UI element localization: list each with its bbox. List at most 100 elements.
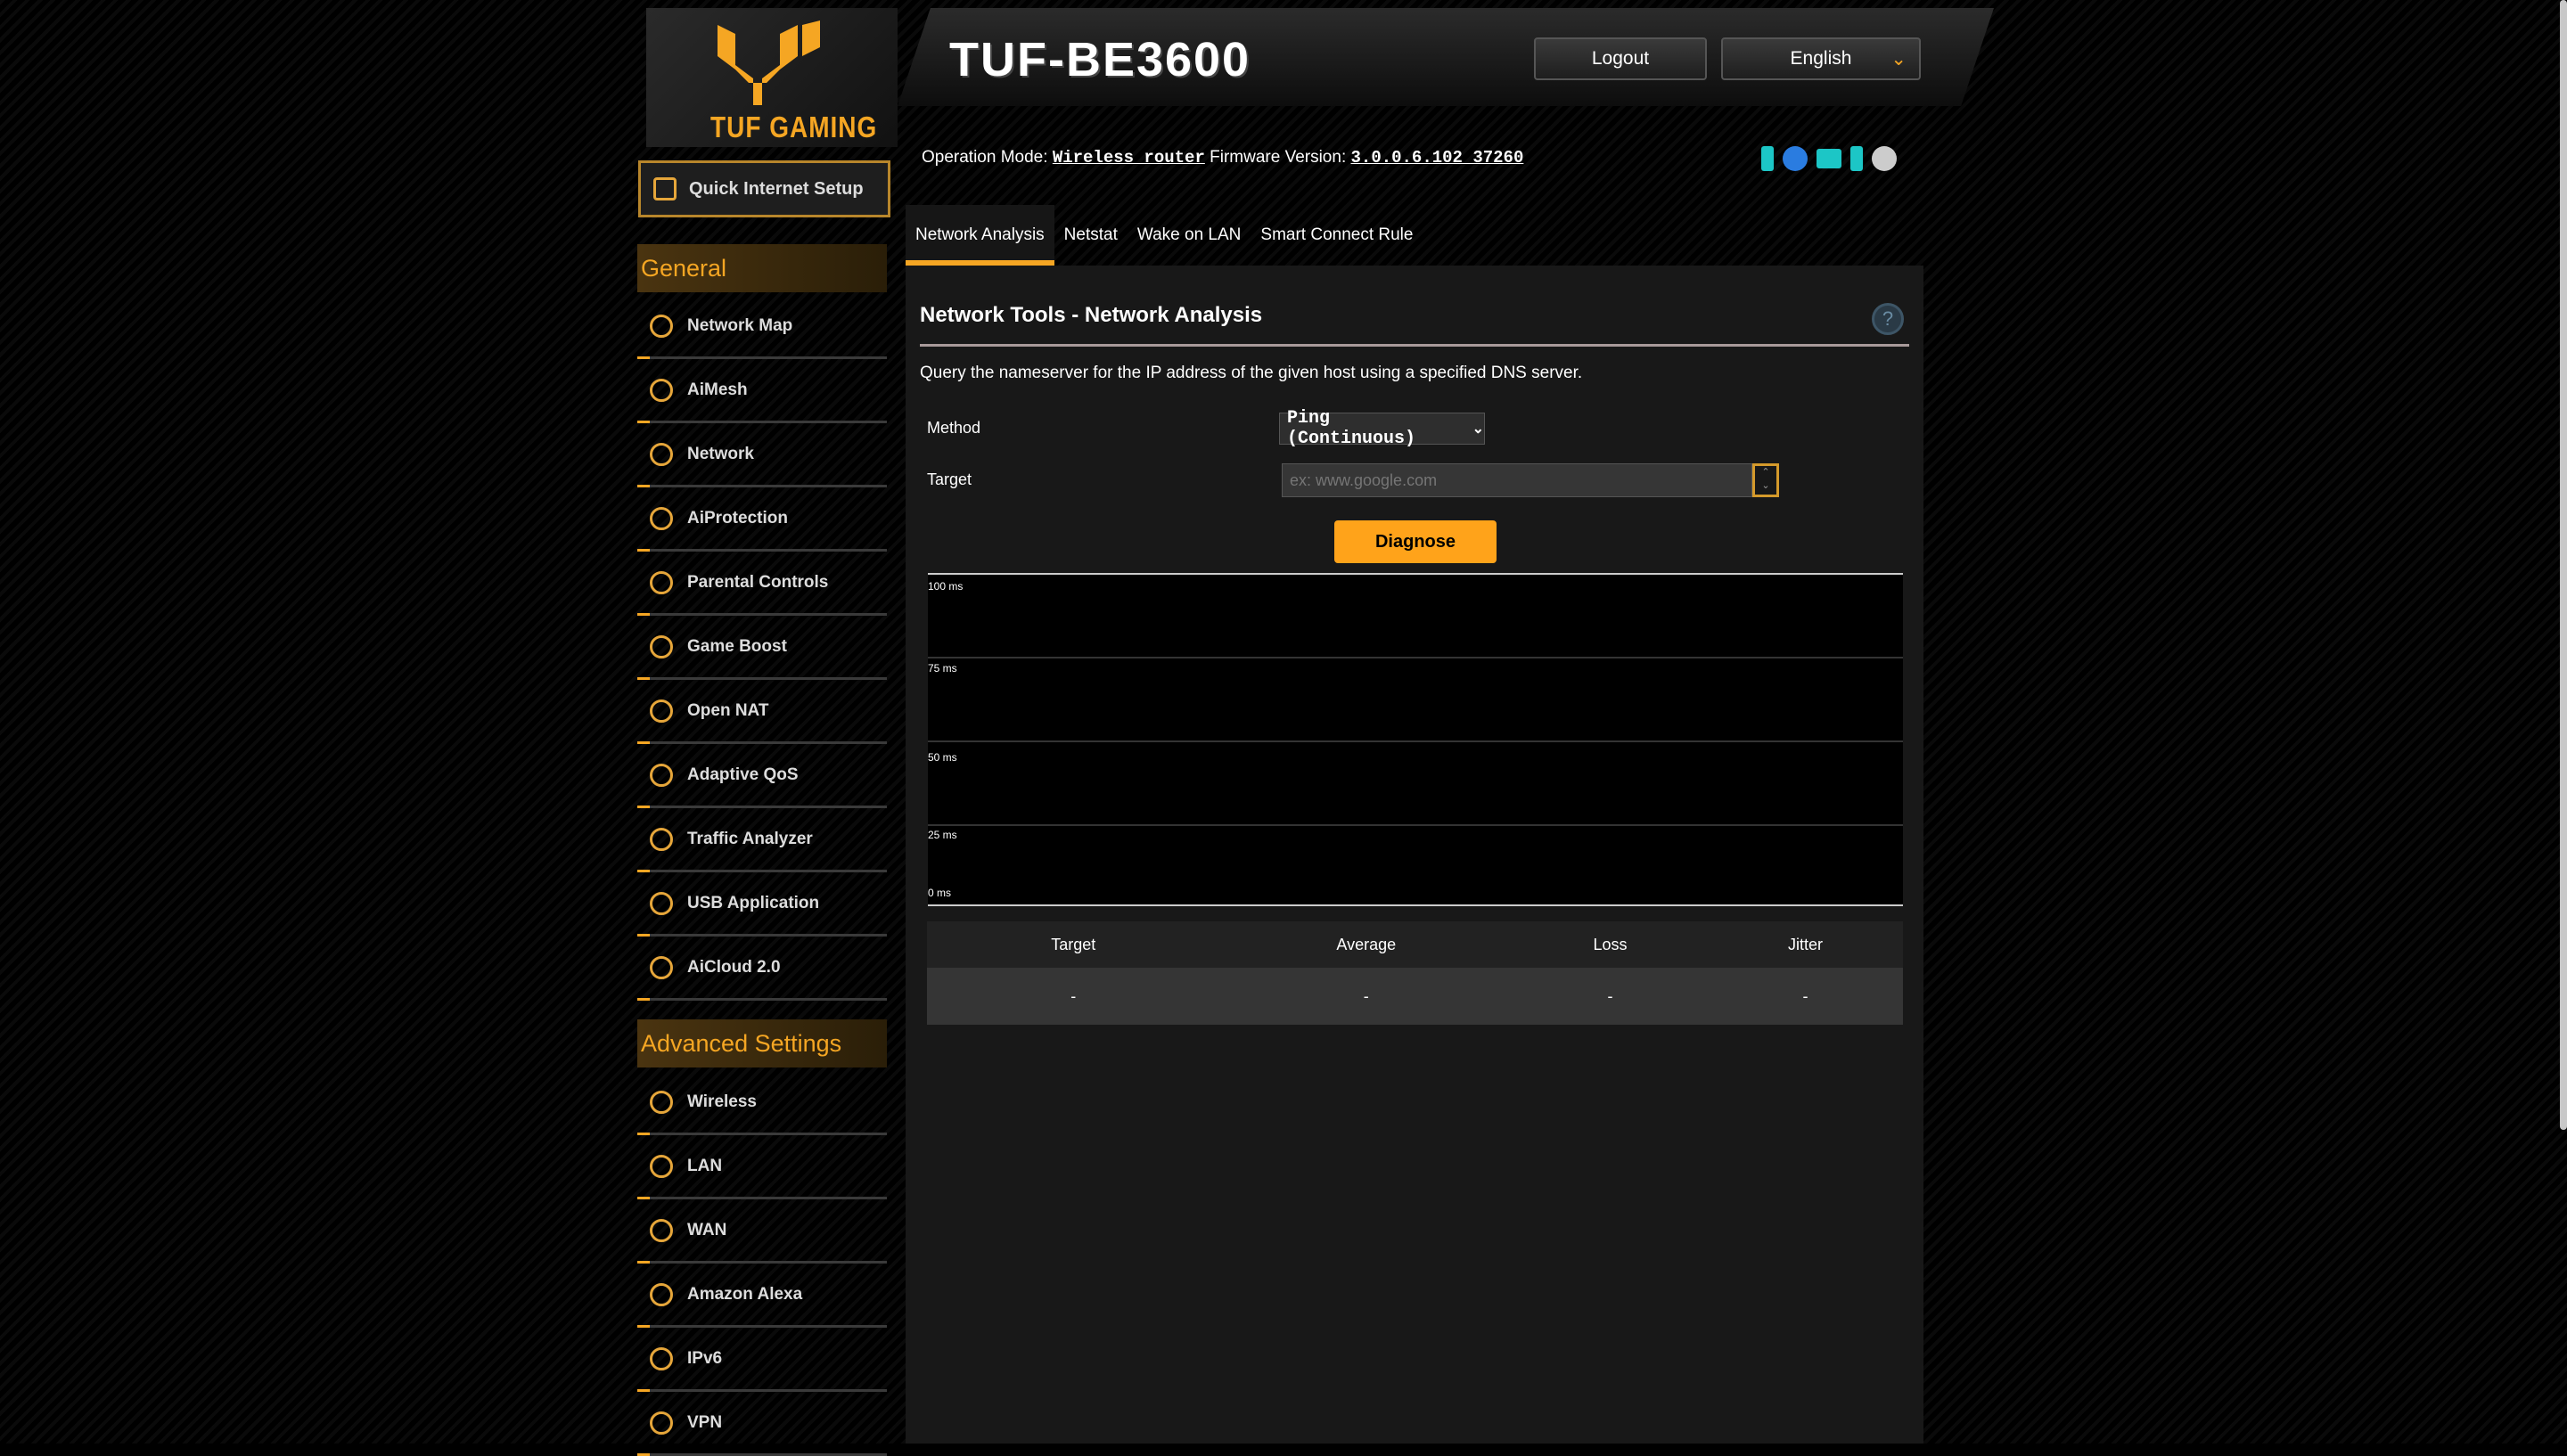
sidebar-item-label: Open NAT (687, 700, 769, 720)
sidebar-item-aimesh[interactable]: AiMesh (637, 359, 887, 423)
sidebar-item-network-map[interactable]: Network Map (637, 295, 887, 359)
language-value: English (1790, 48, 1852, 69)
amazon-alexa-icon (650, 1282, 673, 1306)
general-section-header: General (637, 244, 887, 292)
page-title: Network Tools - Network Analysis (920, 303, 1263, 327)
method-select[interactable]: Ping (Continuous) ⌄ (1279, 408, 1485, 449)
sidebar-item-usb-application[interactable]: USB Application (637, 872, 887, 937)
y-tick-label: 0 ms (928, 887, 952, 899)
description: Query the nameserver for the IP address … (920, 364, 1583, 382)
wan-icon (650, 1218, 673, 1242)
sidebar-item-open-nat[interactable]: Open NAT (637, 680, 887, 744)
logo-text: TUF GAMING (710, 110, 878, 143)
method-value: Ping (Continuous) (1287, 408, 1416, 449)
sidebar-item-label: Network Map (687, 315, 793, 335)
tab-wake-on-lan[interactable]: Wake on LAN (1128, 205, 1251, 266)
tab-network-analysis[interactable]: Network Analysis (906, 205, 1054, 266)
y-tick-label: 50 ms (928, 751, 957, 764)
ipv6-icon (650, 1346, 673, 1370)
op-mode-label: Operation Mode: (922, 148, 1048, 167)
gridline (928, 657, 1903, 658)
sidebar-item-network[interactable]: Network (637, 423, 887, 487)
firmware-label: Firmware Version: (1210, 148, 1347, 167)
open-nat-icon (650, 699, 673, 723)
sidebar-item-label: Traffic Analyzer (687, 829, 813, 848)
model-name: TUF-BE3600 (949, 33, 1251, 86)
sidebar-item-traffic-analyzer[interactable]: Traffic Analyzer (637, 808, 887, 872)
vpn-icon (650, 1411, 673, 1435)
sidebar-item-label: AiMesh (687, 380, 748, 399)
col-target: Target (1051, 935, 1096, 953)
language-select[interactable]: English ⌄ (1721, 37, 1921, 80)
status-icons (1761, 146, 1897, 171)
target-history-spinner[interactable]: ⌃ ⌄ (1752, 463, 1779, 497)
col-loss: Loss (1593, 935, 1628, 953)
tab-netstat[interactable]: Netstat (1054, 205, 1128, 266)
quick-setup-label: Quick Internet Setup (689, 178, 864, 199)
y-tick-label: 75 ms (928, 662, 957, 675)
sidebar-item-aiprotection[interactable]: AiProtection (637, 487, 887, 552)
page-scrollbar[interactable] (2560, 0, 2567, 1130)
sidebar-item-aicloud-2-0[interactable]: AiCloud 2.0 (637, 937, 887, 1001)
method-label: Method (927, 419, 981, 437)
cell-average: - (1363, 986, 1369, 1005)
sidebar-item-label: AiProtection (687, 508, 788, 528)
wizard-icon (653, 177, 677, 200)
sidebar-item-game-boost[interactable]: Game Boost (637, 616, 887, 680)
usb-status-icon[interactable] (1761, 146, 1774, 171)
sidebar-item-label: Amazon Alexa (687, 1284, 803, 1304)
ping-chart: 100 ms 75 ms 50 ms 25 ms 0 ms (928, 573, 1903, 906)
sidebar-item-label: Adaptive QoS (687, 765, 799, 784)
usb-device-icon[interactable] (1850, 146, 1863, 171)
quick-internet-setup-button[interactable]: Quick Internet Setup (638, 160, 890, 217)
lan-icon (650, 1154, 673, 1178)
network-icon (650, 442, 673, 466)
sidebar-item-ipv6[interactable]: IPv6 (637, 1328, 887, 1392)
sidebar-item-lan[interactable]: LAN (637, 1135, 887, 1199)
sidebar-item-label: Network (687, 444, 754, 463)
settings-gear-icon[interactable] (1783, 146, 1808, 171)
title-divider (920, 344, 1909, 347)
gridline (928, 740, 1903, 742)
y-tick-label: 25 ms (928, 829, 957, 841)
system-gear-icon[interactable] (1872, 146, 1897, 171)
sidebar-item-label: Parental Controls (687, 572, 829, 592)
game-boost-icon (650, 634, 673, 658)
gridline (928, 824, 1903, 826)
sidebar-item-wan[interactable]: WAN (637, 1199, 887, 1264)
results-table-header: Target Average Loss Jitter (927, 921, 1903, 968)
sidebar-item-vpn[interactable]: VPN (637, 1392, 887, 1456)
cell-jitter: - (1802, 986, 1808, 1005)
sidebar-item-label: Game Boost (687, 636, 787, 656)
logout-button[interactable]: Logout (1534, 37, 1707, 80)
table-row: - - - - (927, 968, 1903, 1025)
aicloud-2-0-icon (650, 955, 673, 979)
target-input[interactable] (1282, 463, 1752, 497)
tuf-logo[interactable]: TUF GAMING (646, 8, 898, 147)
network-clients-icon[interactable] (1817, 149, 1841, 168)
sidebar-item-wireless[interactable]: Wireless (637, 1071, 887, 1135)
adaptive-qos-icon (650, 763, 673, 787)
sidebar-item-label: IPv6 (687, 1348, 723, 1368)
cell-loss: - (1607, 986, 1613, 1005)
cell-target: - (1070, 986, 1077, 1005)
firmware-link[interactable]: 3.0.0.6.102_37260 (1351, 148, 1524, 168)
op-mode-link[interactable]: Wireless router (1053, 148, 1205, 168)
sidebar-item-parental-controls[interactable]: Parental Controls (637, 552, 887, 616)
diagnose-button[interactable]: Diagnose (1334, 520, 1497, 563)
col-jitter: Jitter (1787, 935, 1823, 953)
sidebar-item-label: AiCloud 2.0 (687, 957, 781, 977)
tab-bar: Network Analysis Netstat Wake on LAN Sma… (906, 205, 1423, 266)
wireless-icon (650, 1090, 673, 1114)
sidebar-item-amazon-alexa[interactable]: Amazon Alexa (637, 1264, 887, 1328)
sidebar-item-adaptive-qos[interactable]: Adaptive QoS (637, 744, 887, 808)
sidebar-item-label: VPN (687, 1412, 723, 1432)
target-label: Target (927, 470, 972, 488)
sidebar-item-label: Wireless (687, 1092, 757, 1111)
traffic-analyzer-icon (650, 827, 673, 851)
help-icon[interactable]: ? (1872, 303, 1904, 335)
aiprotection-icon (650, 506, 673, 530)
tab-smart-connect-rule[interactable]: Smart Connect Rule (1251, 205, 1423, 266)
parental-controls-icon (650, 570, 673, 594)
col-average: Average (1336, 935, 1397, 953)
